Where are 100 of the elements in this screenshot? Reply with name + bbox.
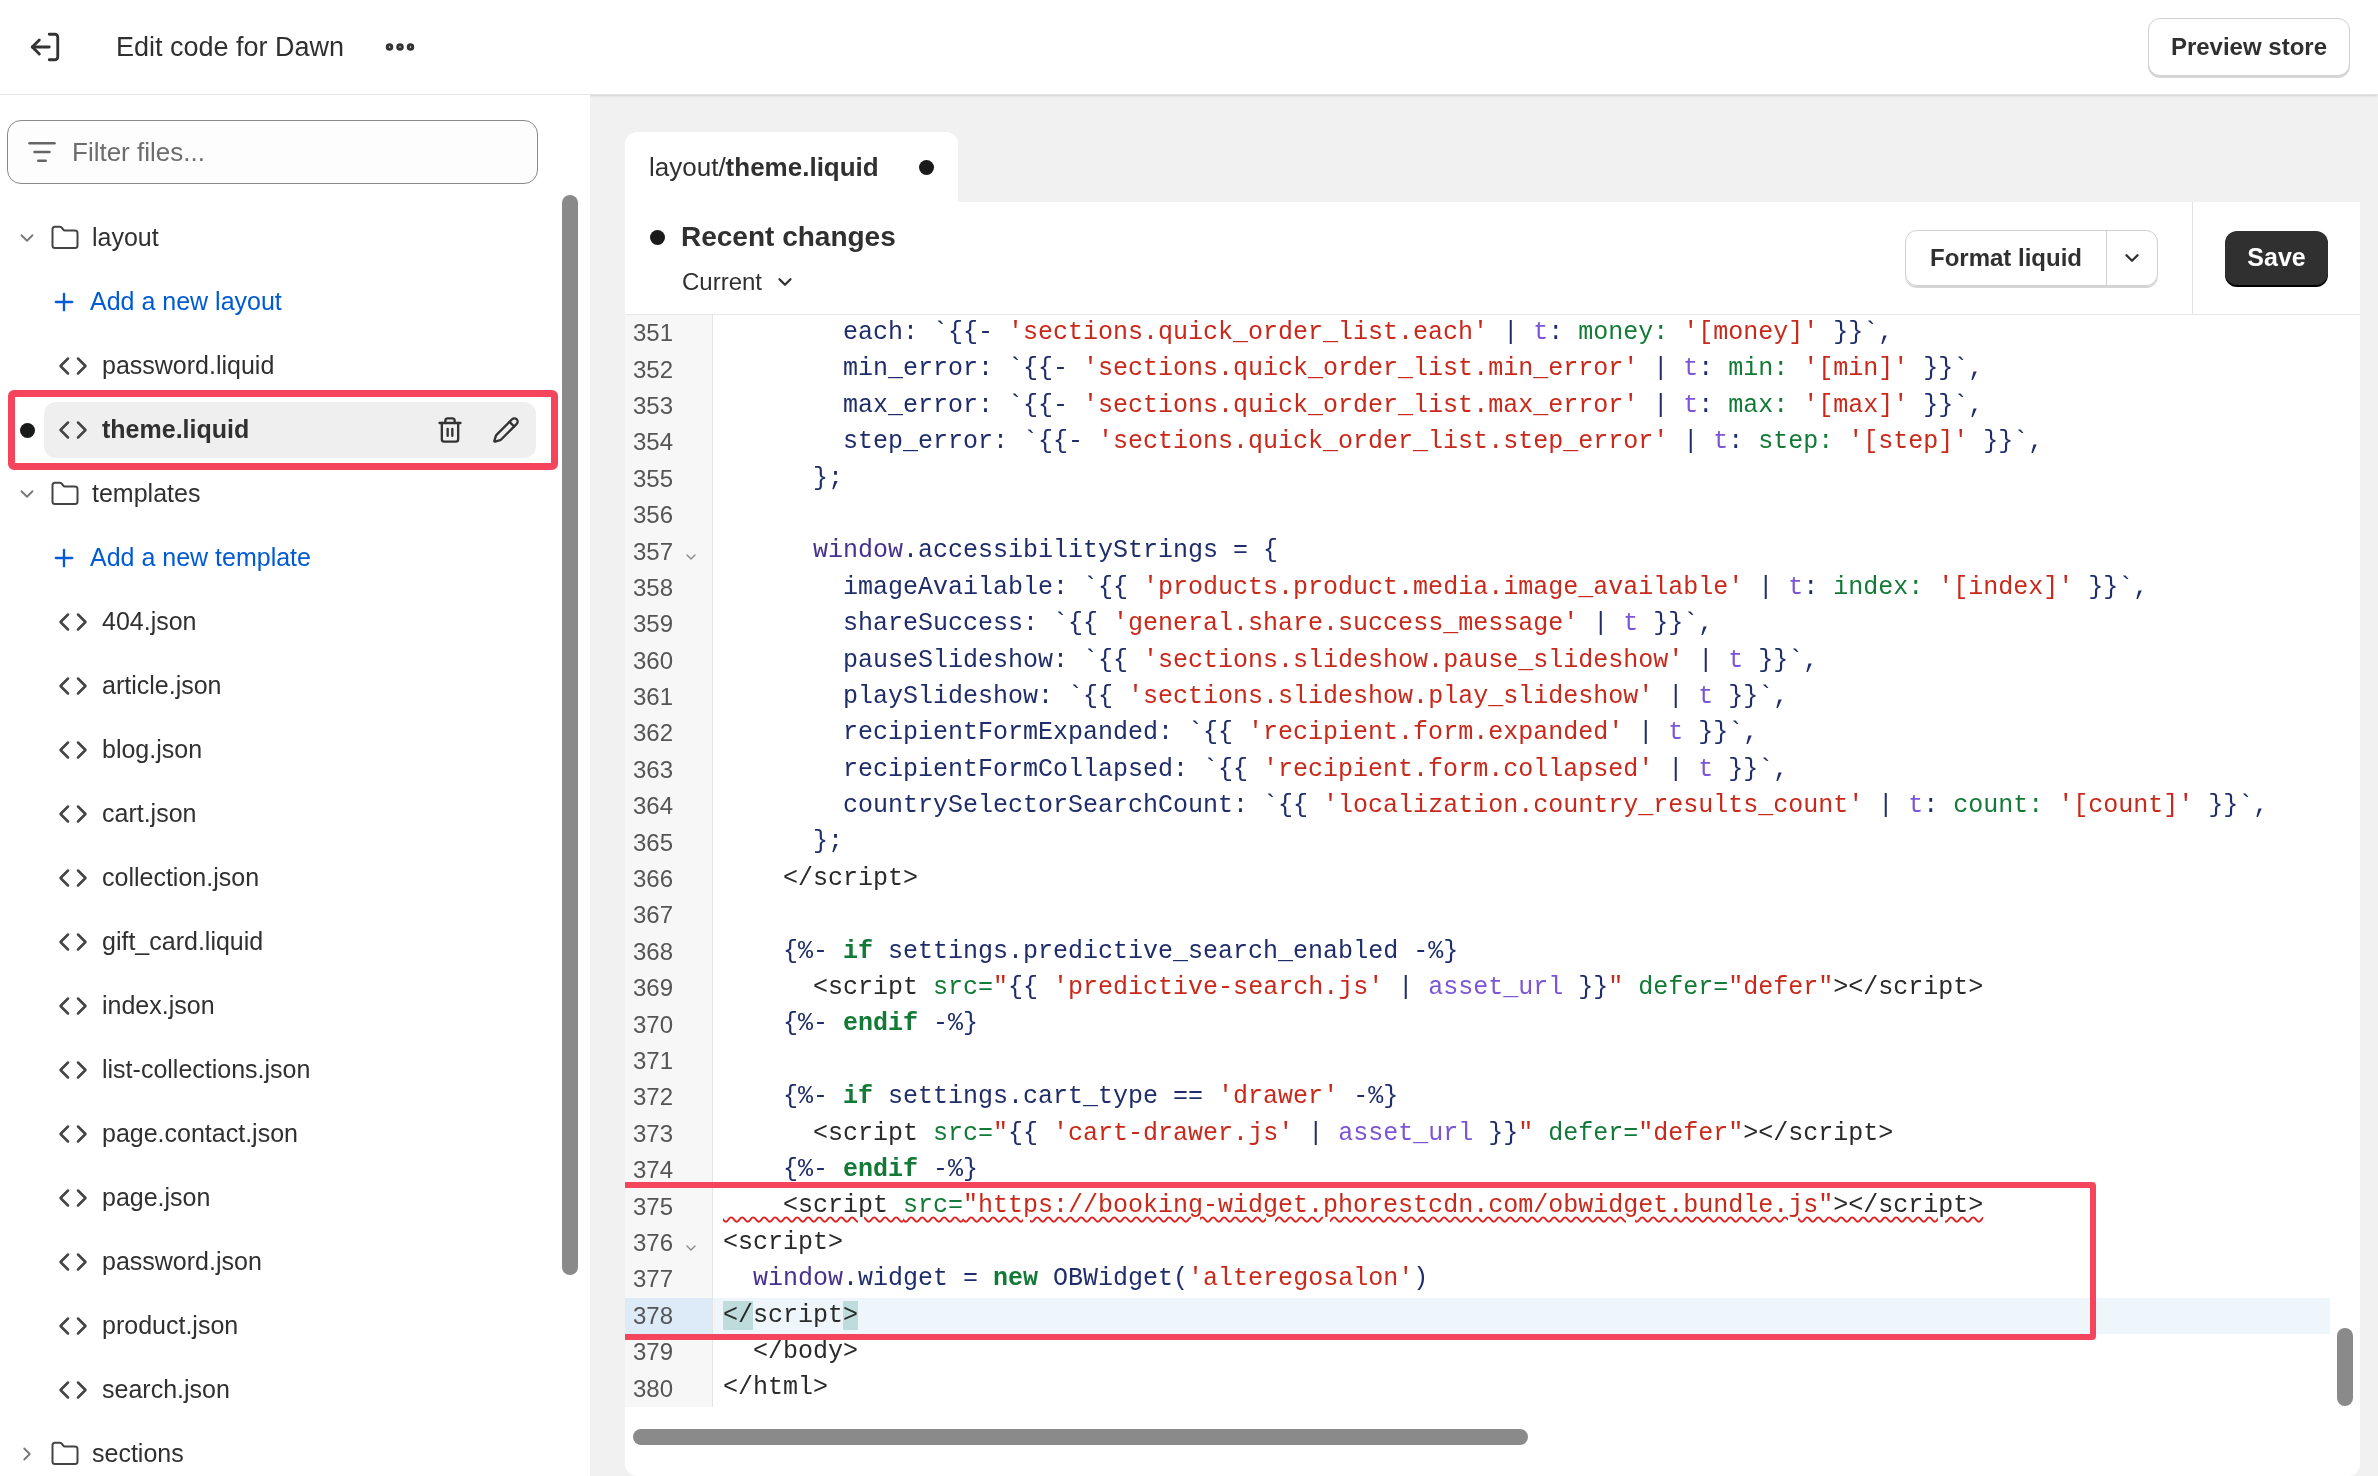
line-number: 352 [633,354,675,385]
file-label: cart.json [102,798,198,830]
file-label: theme.liquid [102,414,251,446]
code-line: <script src="{{ 'predictive-search.js' | asset_url }}" defer="defer"></script> [812,972,1984,1005]
line-number: 358 [633,572,675,603]
code-line: imageAvailable: `{{ 'products.product.media.image_available' | t: index: '[index]' }}`, [842,571,2149,604]
line-number: 362 [633,718,675,749]
code-line: pauseSlideshow: `{{ 'sections.slideshow.pause_slideshow' | t }}`, [842,644,1819,677]
file-row[interactable]: password.json [44,1234,536,1290]
code-line: {%- if settings.cart_type == 'drawer' -%} [782,1081,1399,1114]
line-number: 353 [633,390,675,421]
line-number: 379 [633,1337,675,1368]
editor-tab[interactable]: layout/theme.liquid [625,132,958,202]
line-number: 369 [633,973,675,1004]
line-number: 368 [633,936,675,967]
code-line: each: `{{- 'sections.quick_order_list.each' | t: money: '[money]' }}`, [842,317,1894,349]
line-number: 367 [633,900,675,931]
line-number: 364 [633,791,675,822]
code-line: step_error: `{{- 'sections.quick_order_list.step_error' | t: step: '[step]' }}`, [842,426,2044,459]
file-row[interactable]: theme.liquid [44,402,536,458]
line-number: 355 [633,463,675,494]
code-line: }; [812,462,844,495]
file-row[interactable]: page.contact.json [44,1106,536,1162]
file-label: 404.json [102,606,198,638]
save-button[interactable]: Save [2225,231,2328,285]
file-row[interactable]: password.liquid [44,338,536,394]
file-row[interactable]: page.json [44,1170,536,1226]
folder-label[interactable]: templates [92,475,201,513]
line-number: 378 [633,1300,675,1331]
filter-field[interactable]: Filter files... [7,120,538,184]
code-line: <script src="{{ 'cart-drawer.js' | asset_url }}" defer="defer"></script> [812,1117,1894,1150]
preview-store-button[interactable]: Preview store [2147,18,2350,76]
line-number: 354 [633,427,675,458]
code-line: window.widget = new OBWidget('alteregosalon') [752,1263,1429,1296]
code-line: }; [812,826,844,859]
line-number: 372 [633,1082,675,1113]
line-number: 371 [633,1046,675,1076]
line-number: 380 [633,1373,675,1404]
file-row[interactable]: 404.json [44,594,536,650]
code-line: max_error: `{{- 'sections.quick_order_list.max_error' | t: max: '[max]' }}`, [842,389,1984,422]
folder-label[interactable]: layout [92,219,159,257]
line-number: 360 [633,645,675,676]
file-label: page.json [102,1182,212,1214]
line-number: 356 [633,500,675,531]
code-line: </html> [722,1372,829,1405]
file-row[interactable]: blog.json [44,722,536,778]
line-number: 365 [633,827,675,858]
line-number: 370 [633,1009,675,1040]
scrollbar-thumb[interactable] [633,1428,1528,1445]
file-row[interactable]: article.json [44,658,536,714]
file-label: password.json [102,1246,263,1278]
file-row[interactable]: search.json [44,1362,536,1418]
code-line: <script src="https://booking-widget.phorestcdn.com/obwidget.bundle.js"></script> [782,1190,1984,1223]
file-row[interactable]: cart.json [44,786,536,842]
line-number: 361 [633,682,675,713]
file-label: gift_card.liquid [102,926,265,958]
line-number: 366 [633,864,675,895]
page-title: Edit code for Dawn [116,30,345,64]
trash-icon[interactable] [436,416,464,444]
file-row[interactable]: index.json [44,978,536,1034]
folder-label[interactable]: sections [92,1435,184,1473]
code-line: {%- endif -%} [782,1008,979,1041]
code-line: recipientFormCollapsed: `{{ 'recipient.form.collapsed' | t }}`, [842,753,1789,786]
code-line: window.accessibilityStrings = { [812,535,1279,568]
code-line: countrySelectorSearchCount: `{{ 'localization.country_results_count' | t: count: '[count]' }}`, [842,790,2269,823]
add-file-link[interactable]: Add a new template [90,539,311,577]
file-label: collection.json [102,862,261,894]
file-label: password.liquid [102,350,276,382]
pencil-icon[interactable] [492,416,520,444]
code-line: {%- endif -%} [782,1154,979,1186]
code-line: recipientFormExpanded: `{{ 'recipient.form.expanded' | t }}`, [842,717,1759,750]
tab-label: layout/theme.liquid [649,150,879,184]
code-line: min_error: `{{- 'sections.quick_order_list.min_error' | t: min: '[min]' }}`, [842,353,1984,386]
scrollbar-thumb[interactable] [2337,1328,2353,1406]
code-line: </script> [782,862,919,895]
code-line: {%- if settings.predictive_search_enabled -%} [782,935,1459,968]
file-row[interactable]: product.json [44,1298,536,1354]
file-label: index.json [102,990,216,1022]
exit-icon[interactable] [28,30,62,64]
line-number: 373 [633,1118,675,1149]
add-file-link[interactable]: Add a new layout [90,283,282,321]
line-number: 376 [633,1227,675,1258]
file-label: list-collections.json [102,1054,312,1086]
file-row[interactable]: collection.json [44,850,536,906]
file-label: product.json [102,1310,240,1342]
line-number: 374 [633,1155,675,1186]
recent-changes-title: Recent changes [681,220,896,254]
line-number: 375 [633,1191,675,1222]
file-row[interactable]: list-collections.json [44,1042,536,1098]
scrollbar-thumb[interactable] [562,195,578,1275]
file-row[interactable]: gift_card.liquid [44,914,536,970]
file-label: page.contact.json [102,1118,299,1150]
code-line: <script> [722,1226,844,1259]
file-label: search.json [102,1374,231,1406]
code-line: playSlideshow: `{{ 'sections.slideshow.play_slideshow' | t }}`, [842,680,1789,713]
file-label: blog.json [102,734,204,766]
line-number: 359 [633,609,675,640]
line-number: 363 [633,754,675,785]
line-number: 351 [633,318,675,349]
version-dropdown[interactable]: Current [682,264,797,300]
